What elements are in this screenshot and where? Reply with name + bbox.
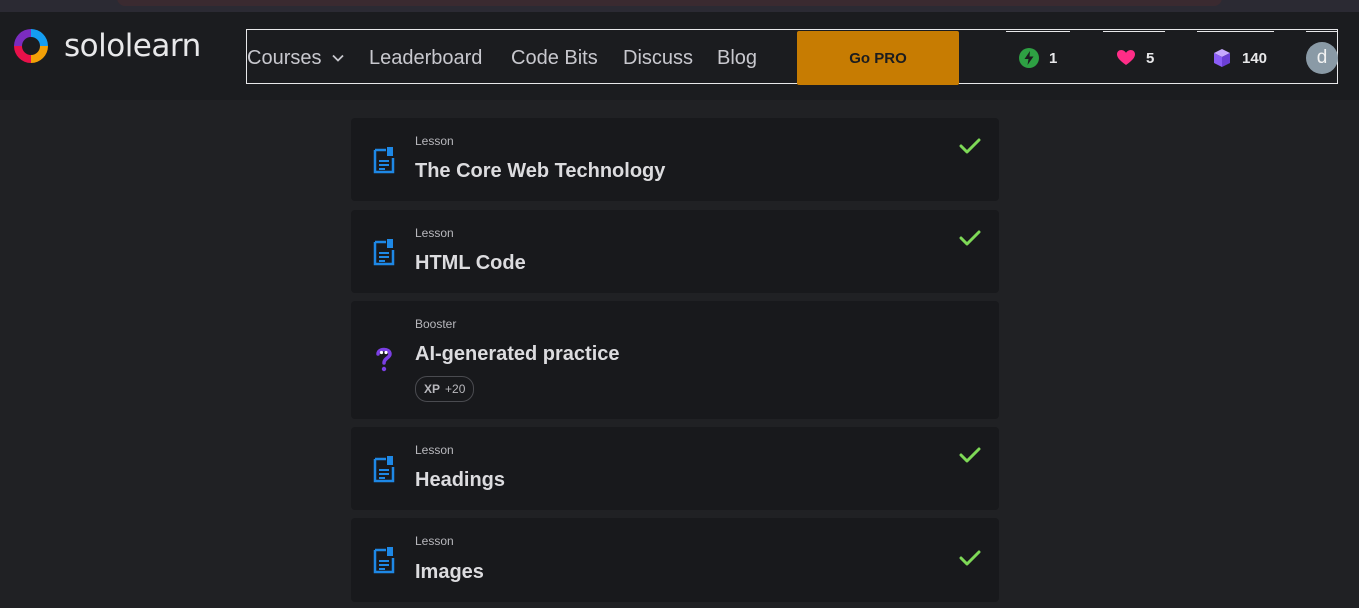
xp-label: XP: [424, 382, 441, 396]
chevron-down-icon: [332, 54, 345, 62]
lesson-card[interactable]: Lesson The Core Web Technology: [351, 118, 999, 201]
booster-card[interactable]: Booster AI-generated practice XP +20: [351, 301, 999, 419]
lesson-document-icon: [373, 547, 395, 574]
item-title: The Core Web Technology: [415, 160, 666, 182]
check-icon: [959, 230, 981, 246]
browser-url-bar[interactable]: [117, 0, 1222, 6]
item-type-label: Lesson: [415, 226, 454, 240]
lesson-card[interactable]: Lesson HTML Code: [351, 210, 999, 293]
streak-stat[interactable]: 1: [1019, 44, 1057, 72]
sololearn-logo-icon: [14, 29, 48, 63]
item-title: HTML Code: [415, 252, 526, 274]
item-type-label: Lesson: [415, 534, 454, 548]
nav-discuss[interactable]: Discuss: [623, 45, 693, 71]
item-title: AI-generated practice: [415, 343, 620, 365]
stat-divider: [1103, 31, 1165, 32]
lesson-document-icon: [373, 456, 395, 483]
stat-divider: [1006, 31, 1070, 32]
item-title: Headings: [415, 469, 506, 491]
check-icon: [959, 138, 981, 154]
nav-courses[interactable]: Courses: [247, 45, 345, 71]
xp-value: +20: [445, 382, 466, 396]
xp-reward-badge: XP +20: [415, 376, 475, 402]
nav-courses-label: Courses: [247, 47, 322, 69]
nav-leaderboard[interactable]: Leaderboard: [369, 45, 482, 71]
hearts-count: 5: [1146, 49, 1155, 67]
lightning-icon: [1019, 48, 1039, 68]
item-type-label: Lesson: [415, 443, 454, 457]
go-pro-button[interactable]: Go PRO: [797, 31, 959, 85]
hearts-stat[interactable]: 5: [1116, 44, 1154, 72]
item-type-label: Booster: [415, 317, 457, 331]
stat-divider: [1197, 31, 1274, 32]
gems-stat[interactable]: 140: [1212, 44, 1267, 72]
lesson-card[interactable]: Lesson Headings: [351, 427, 999, 510]
check-icon: [959, 447, 981, 463]
lesson-document-icon: [373, 147, 395, 174]
gem-cube-icon: [1214, 49, 1230, 67]
brand-name: sololearn: [64, 28, 201, 64]
item-title: Images: [415, 561, 484, 583]
question-mark-icon: [376, 347, 392, 372]
sololearn-logo[interactable]: sololearn: [10, 25, 201, 67]
heart-icon: [1117, 50, 1135, 65]
browser-chrome-strip: [0, 0, 1359, 12]
item-type-label: Lesson: [415, 134, 454, 148]
user-avatar[interactable]: d: [1306, 42, 1338, 74]
stat-divider: [1306, 31, 1338, 32]
lesson-card[interactable]: Lesson Images: [351, 518, 999, 602]
lesson-document-icon: [373, 239, 395, 266]
check-icon: [959, 550, 981, 566]
nav-code-bits[interactable]: Code Bits: [511, 45, 598, 71]
gems-count: 140: [1242, 49, 1268, 67]
streak-count: 1: [1049, 49, 1058, 67]
nav-blog[interactable]: Blog: [717, 45, 757, 71]
